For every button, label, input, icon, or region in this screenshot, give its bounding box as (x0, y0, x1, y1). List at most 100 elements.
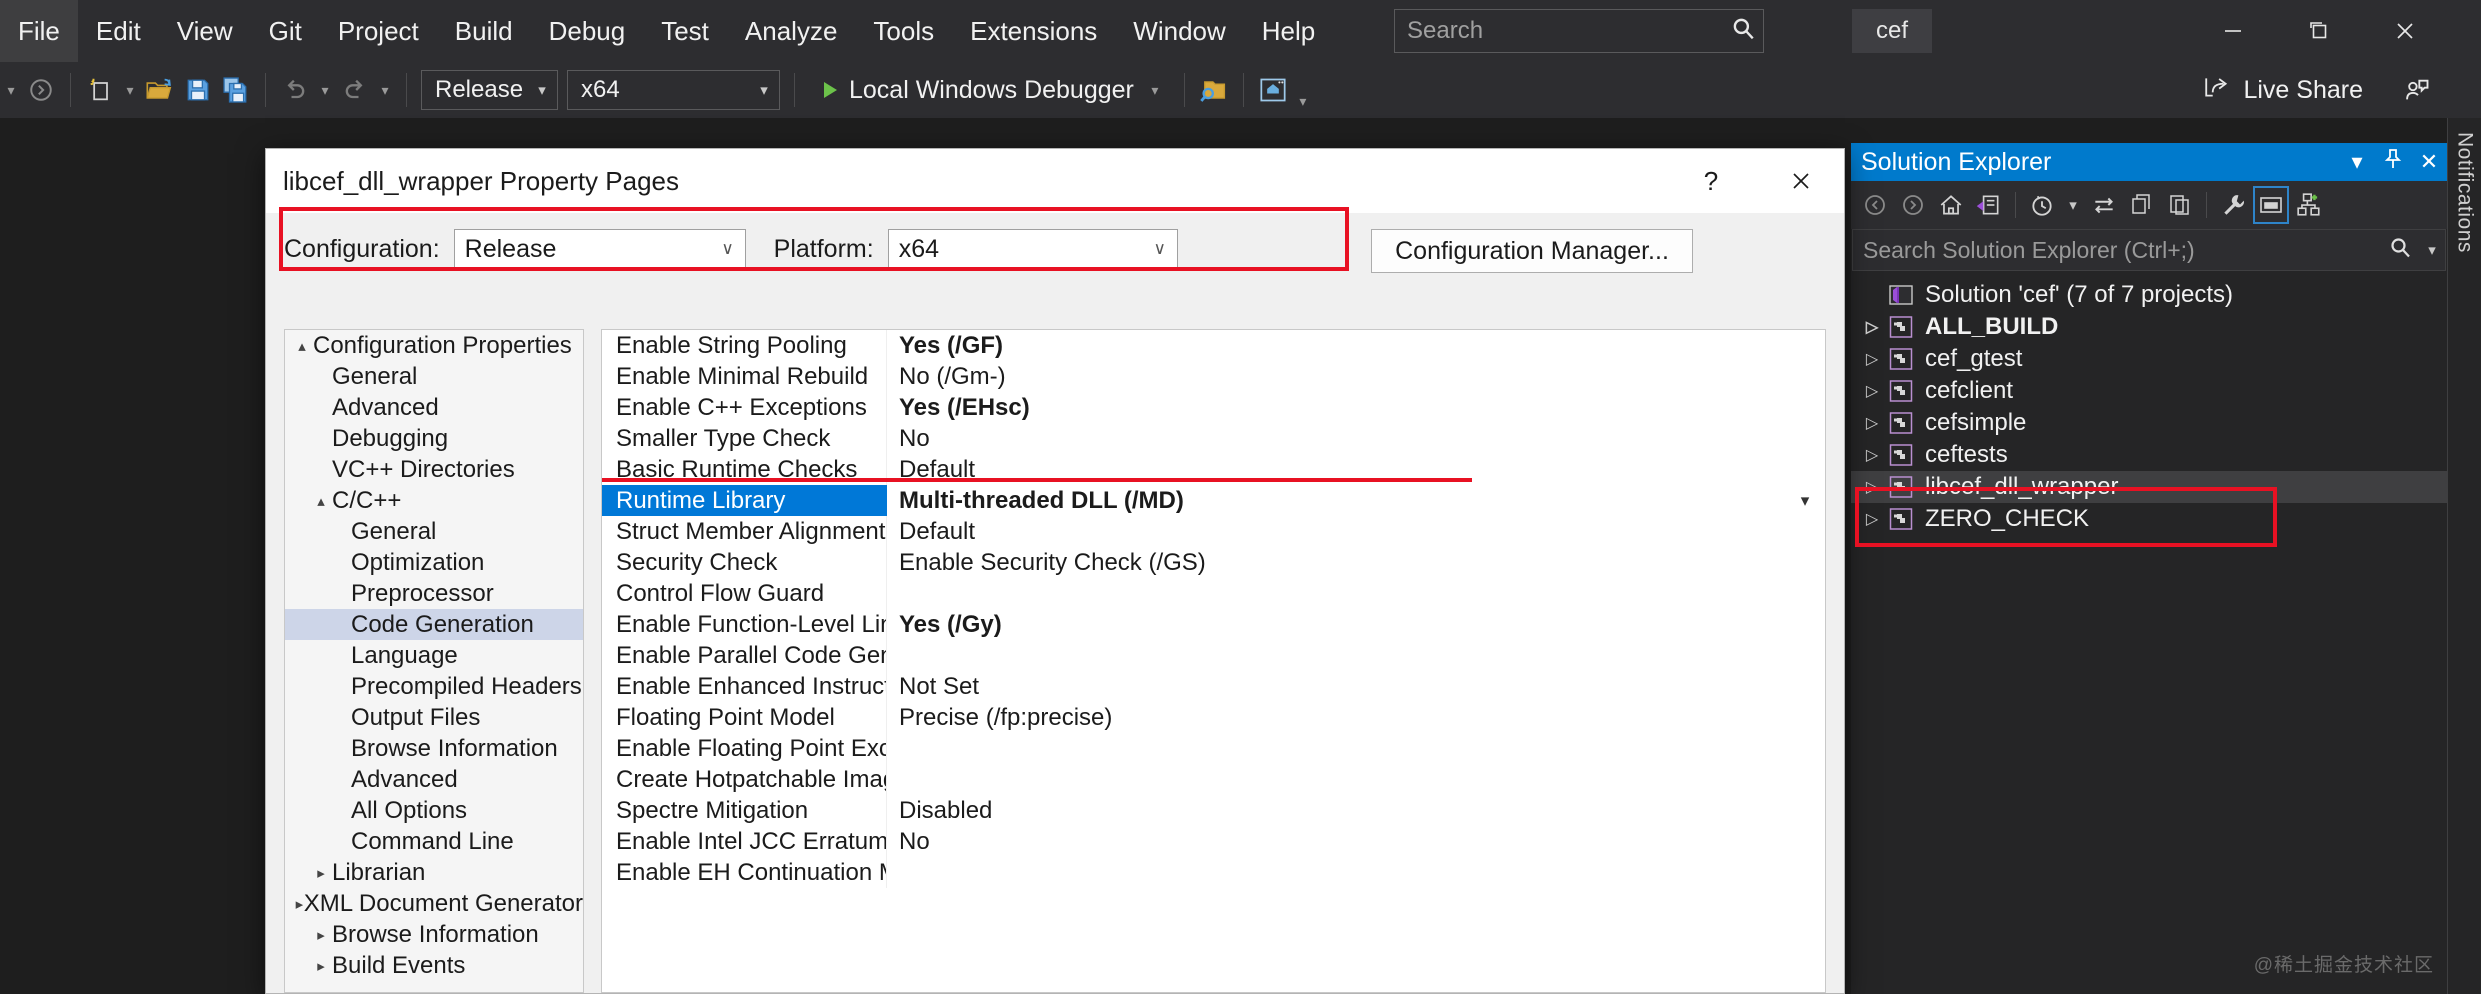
property-category-advanced[interactable]: Advanced (285, 392, 583, 423)
window-minimize-button[interactable] (2195, 0, 2271, 62)
history-caret-icon[interactable]: ▾ (2062, 186, 2084, 224)
property-value[interactable]: No (887, 826, 1825, 857)
property-value[interactable] (887, 640, 1825, 671)
property-value[interactable]: No (/Gm-) (887, 361, 1825, 392)
properties-wrench-icon[interactable] (2215, 186, 2251, 224)
property-category-browse-information[interactable]: Browse Information (285, 733, 583, 764)
history-icon[interactable] (2024, 186, 2060, 224)
live-share-button[interactable]: Live Share (2193, 68, 2373, 112)
forward-icon[interactable] (1895, 186, 1931, 224)
expand-triangle-icon[interactable]: ▷ (1859, 349, 1885, 369)
property-category-general[interactable]: General (285, 361, 583, 392)
property-category-optimization[interactable]: Optimization (285, 547, 583, 578)
expand-triangle-icon[interactable]: ▷ (1859, 445, 1885, 465)
tree-twisty-icon[interactable]: ▸ (310, 864, 332, 882)
menu-item-file[interactable]: File (0, 0, 78, 62)
property-row[interactable]: Security CheckEnable Security Check (/GS… (602, 547, 1825, 578)
solution-project-row[interactable]: ▷ZERO_CHECK (1851, 503, 2447, 535)
pin-icon[interactable] (2375, 148, 2411, 176)
property-category-xml-document-generator[interactable]: ▸XML Document Generator (285, 888, 583, 919)
expand-triangle-icon[interactable]: ▷ (1859, 381, 1885, 401)
global-search-box[interactable]: Search (1394, 9, 1764, 53)
platform-select[interactable]: x64 ∨ (888, 229, 1178, 269)
chevron-down-icon[interactable]: ▾ (2419, 241, 2445, 259)
property-value[interactable]: Multi-threaded DLL (/MD) (887, 485, 1785, 516)
solution-project-row[interactable]: ▷cefclient (1851, 375, 2447, 407)
solution-configuration-combo[interactable]: Release ▾ (421, 70, 558, 110)
menu-item-tools[interactable]: Tools (855, 0, 952, 62)
dialog-close-button[interactable] (1774, 159, 1828, 203)
property-category-advanced[interactable]: Advanced (285, 764, 583, 795)
property-value[interactable]: Enable Security Check (/GS) (887, 547, 1825, 578)
property-value[interactable] (887, 733, 1825, 764)
dialog-help-button[interactable]: ? (1684, 159, 1738, 203)
property-row[interactable]: Control Flow Guard (602, 578, 1825, 609)
back-icon[interactable] (1857, 186, 1893, 224)
property-value[interactable]: Yes (/EHsc) (887, 392, 1825, 423)
save-icon[interactable] (179, 67, 217, 113)
solution-project-row[interactable]: ▷ALL_BUILD (1851, 311, 2447, 343)
property-row[interactable]: Runtime LibraryMulti-threaded DLL (/MD)▾ (602, 485, 1825, 516)
property-value[interactable] (887, 764, 1825, 795)
start-debugging-caret-icon[interactable]: ▾ (1144, 82, 1166, 99)
menu-item-project[interactable]: Project (320, 0, 437, 62)
menu-item-extensions[interactable]: Extensions (952, 0, 1115, 62)
property-category-configuration-properties[interactable]: ▴Configuration Properties (285, 330, 583, 361)
menu-item-test[interactable]: Test (643, 0, 727, 62)
property-category-output-files[interactable]: Output Files (285, 702, 583, 733)
property-row[interactable]: Enable Floating Point Exceptions (602, 733, 1825, 764)
search-folder-icon[interactable] (1195, 67, 1233, 113)
property-category-command-line[interactable]: Command Line (285, 826, 583, 857)
pending-changes-icon[interactable] (1971, 186, 2007, 224)
property-grid[interactable]: Enable String PoolingYes (/GF)Enable Min… (601, 329, 1826, 993)
solution-explorer-search-input[interactable]: Search Solution Explorer (Ctrl+;) (1853, 237, 2381, 264)
undo-caret-icon[interactable]: ▾ (314, 82, 336, 99)
property-row[interactable]: Create Hotpatchable Image (602, 764, 1825, 795)
property-category-librarian[interactable]: ▸Librarian (285, 857, 583, 888)
property-row[interactable]: Enable C++ ExceptionsYes (/EHsc) (602, 392, 1825, 423)
show-all-files-icon[interactable] (2124, 186, 2160, 224)
property-value[interactable]: Default (887, 454, 1825, 485)
toolbar-overflow-icon[interactable]: ▾ (1292, 93, 1314, 110)
property-value[interactable] (887, 578, 1825, 609)
property-value[interactable]: No (887, 423, 1825, 454)
property-row[interactable]: Spectre MitigationDisabled (602, 795, 1825, 826)
new-project-icon[interactable] (81, 67, 119, 113)
property-row[interactable]: Floating Point ModelPrecise (/fp:precise… (602, 702, 1825, 733)
property-row[interactable]: Smaller Type CheckNo (602, 423, 1825, 454)
close-icon[interactable]: ✕ (2411, 149, 2447, 175)
solution-root-row[interactable]: Solution 'cef' (7 of 7 projects) (1851, 279, 2447, 311)
property-row[interactable]: Enable Intel JCC Erratum MitigationNo (602, 826, 1825, 857)
solution-project-row[interactable]: ▷libcef_dll_wrapper (1851, 471, 2447, 503)
tree-twisty-icon[interactable]: ▴ (291, 337, 313, 355)
property-row[interactable]: Enable Enhanced Instruction SetNot Set (602, 671, 1825, 702)
nav-forward-icon[interactable] (22, 67, 60, 113)
property-category-vc++-directories[interactable]: VC++ Directories (285, 454, 583, 485)
tree-twisty-icon[interactable]: ▴ (310, 492, 332, 510)
chevron-down-icon[interactable]: ▾ (2339, 149, 2375, 175)
view-class-diagram-icon[interactable] (2291, 186, 2327, 224)
configuration-manager-button[interactable]: Configuration Manager... (1371, 229, 1693, 273)
undo-icon[interactable] (276, 67, 314, 113)
property-category-tree[interactable]: ▴Configuration PropertiesGeneralAdvanced… (284, 329, 584, 993)
notifications-strip[interactable]: Notifications (2447, 118, 2481, 994)
chevron-down-icon[interactable]: ▾ (1785, 485, 1825, 516)
property-category-all-options[interactable]: All Options (285, 795, 583, 826)
property-value[interactable]: Disabled (887, 795, 1825, 826)
property-value[interactable]: Precise (/fp:precise) (887, 702, 1825, 733)
property-category-precompiled-headers[interactable]: Precompiled Headers (285, 671, 583, 702)
solution-platform-combo[interactable]: x64 ▾ (567, 70, 780, 110)
property-value[interactable] (887, 857, 1825, 888)
preview-selected-items-icon[interactable] (2253, 186, 2289, 224)
solution-explorer-search[interactable]: Search Solution Explorer (Ctrl+;) ▾ (1852, 229, 2446, 271)
property-row[interactable]: Enable Parallel Code Generation (602, 640, 1825, 671)
open-folder-icon[interactable] (141, 67, 179, 113)
new-project-caret-icon[interactable]: ▾ (119, 82, 141, 99)
global-search-input[interactable]: Search (1395, 17, 1723, 45)
property-category-c-c++[interactable]: ▴C/C++ (285, 485, 583, 516)
property-row[interactable]: Struct Member AlignmentDefault (602, 516, 1825, 547)
expand-triangle-icon[interactable]: ▷ (1859, 413, 1885, 433)
configuration-select[interactable]: Release ∨ (454, 229, 746, 269)
window-close-button[interactable] (2367, 0, 2443, 62)
property-row[interactable]: Enable String PoolingYes (/GF) (602, 330, 1825, 361)
